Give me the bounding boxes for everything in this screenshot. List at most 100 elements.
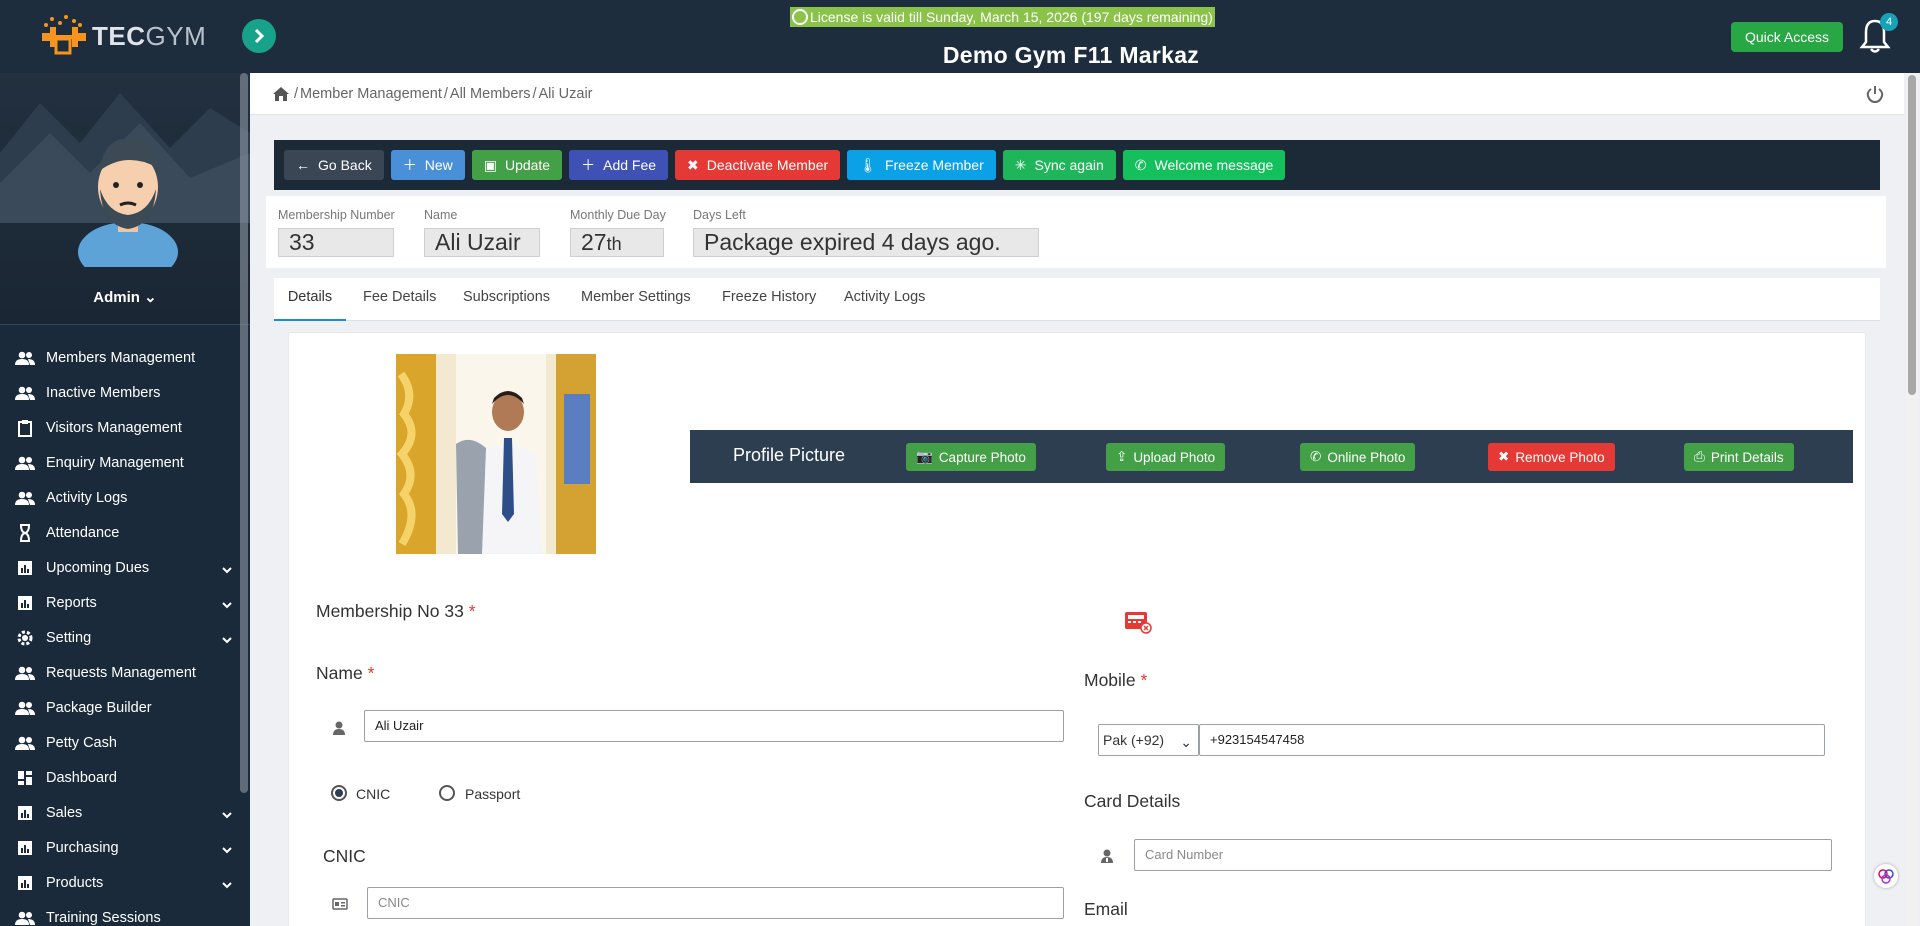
users-icon	[14, 384, 36, 402]
close-icon: ✖	[1498, 449, 1510, 464]
sidebar-item-visitors-management[interactable]: Visitors Management	[0, 410, 250, 445]
sidebar-item-members-management[interactable]: Members Management	[0, 340, 250, 375]
thermometer-icon: 🌡	[859, 156, 877, 173]
sidebar-scrollbar[interactable]	[240, 73, 248, 793]
admin-menu[interactable]: Admin ⌄	[0, 288, 250, 306]
sync-again-button[interactable]: ✳ Sync again	[1002, 150, 1116, 180]
sidebar-item-enquiry-management[interactable]: Enquiry Management	[0, 445, 250, 480]
breadcrumb-separator: /	[294, 85, 299, 102]
license-text: License is valid till Sunday, March 15, …	[810, 9, 1213, 25]
sidebar-item-package-builder[interactable]: Package Builder	[0, 690, 250, 725]
sidebar: TECGYM Admin ⌄ Members Management Inacti…	[0, 0, 250, 926]
sidebar-item-upcoming-dues[interactable]: Upcoming Dues	[0, 550, 250, 585]
whatsapp-icon: ✆	[1310, 449, 1322, 464]
deactivate-member-button[interactable]: ✖ Deactivate Member	[675, 150, 841, 180]
breadcrumb-separator: /	[443, 85, 448, 102]
chevron-down-icon: ⌄	[144, 289, 157, 306]
due-day-value: 27th	[570, 228, 664, 257]
card-number-field[interactable]: Card Number	[1134, 839, 1832, 871]
notification-badge: 4	[1880, 13, 1898, 31]
due-day-number: 27	[581, 229, 607, 255]
users-icon	[14, 349, 36, 367]
name-summary-label: Name	[424, 208, 458, 222]
breadcrumb-separator: /	[532, 85, 537, 102]
tab-fee-details[interactable]: Fee Details	[363, 278, 436, 321]
chevron-down-icon: ⌄	[1180, 734, 1192, 750]
upload-icon: ⇪	[1116, 449, 1128, 464]
mobile-field[interactable]: +923154547458	[1199, 724, 1825, 756]
sidebar-item-label: Sales	[46, 804, 83, 821]
sidebar-item-products[interactable]: Products	[0, 865, 250, 900]
name-field[interactable]: Ali Uzair	[364, 710, 1064, 742]
avatar[interactable]	[68, 117, 188, 267]
power-icon[interactable]	[1866, 85, 1884, 103]
sidebar-item-dashboard[interactable]: Dashboard	[0, 760, 250, 795]
brand[interactable]: TECGYM	[0, 0, 250, 73]
add-fee-button[interactable]: ＋ Add Fee	[569, 150, 669, 180]
sidebar-item-label: Attendance	[46, 524, 120, 541]
name-label: Name *	[316, 663, 374, 684]
sidebar-item-label: Training Sessions	[46, 909, 161, 926]
sidebar-item-label: Visitors Management	[46, 419, 182, 436]
go-back-button[interactable]: ← Go Back	[284, 150, 384, 180]
new-button[interactable]: ＋ New	[390, 150, 465, 180]
print-details-button[interactable]: ⎙ Print Details	[1684, 443, 1794, 471]
card-reader-error-icon[interactable]	[1124, 610, 1152, 634]
days-left-field: Days Left Package expired 4 days ago.	[693, 208, 1039, 257]
sidebar-item-setting[interactable]: Setting	[0, 620, 250, 655]
breadcrumb-all-members[interactable]: All Members	[450, 86, 531, 102]
tab-details[interactable]: Details	[274, 278, 346, 321]
sidebar-item-petty-cash[interactable]: Petty Cash	[0, 725, 250, 760]
sidebar-item-inactive-members[interactable]: Inactive Members	[0, 375, 250, 410]
remove-photo-button[interactable]: ✖ Remove Photo	[1488, 443, 1615, 471]
sidebar-item-reports[interactable]: Reports	[0, 585, 250, 620]
sidebar-item-training-sessions[interactable]: Training Sessions	[0, 900, 250, 926]
check-circle-icon	[792, 9, 808, 25]
update-button[interactable]: ▣ Update	[471, 150, 563, 180]
hourglass-icon	[14, 523, 36, 542]
required-marker: *	[468, 601, 476, 621]
deactivate-label: Deactivate Member	[706, 157, 829, 173]
scrollbar-thumb[interactable]	[1908, 75, 1916, 395]
main-scrollbar[interactable]	[1906, 73, 1918, 926]
sidebar-item-requests-management[interactable]: Requests Management	[0, 655, 250, 690]
sidebar-item-label: Purchasing	[46, 839, 119, 856]
dashboard-icon	[14, 769, 36, 787]
mobile-label-text: Mobile	[1084, 670, 1136, 690]
brand-name: TECGYM	[92, 21, 206, 52]
cnic-field[interactable]: CNIC	[367, 887, 1064, 919]
home-icon[interactable]	[272, 86, 290, 102]
save-icon: ▣	[483, 156, 497, 173]
card-details-label: Card Details	[1084, 791, 1181, 811]
tab-subscriptions[interactable]: Subscriptions	[463, 278, 550, 321]
days-left-value: Package expired 4 days ago.	[693, 228, 1039, 257]
sidebar-toggle-button[interactable]	[242, 19, 276, 53]
sidebar-item-purchasing[interactable]: Purchasing	[0, 830, 250, 865]
chart-icon	[14, 559, 36, 577]
days-left-label: Days Left	[693, 208, 746, 222]
sidebar-item-activity-logs[interactable]: Activity Logs	[0, 480, 250, 515]
upload-photo-button[interactable]: ⇪ Upload Photo	[1106, 443, 1226, 471]
cnic-radio[interactable]	[331, 785, 347, 801]
users-icon	[14, 664, 36, 682]
welcome-message-button[interactable]: ✆ Welcome message	[1122, 150, 1286, 180]
sidebar-nav: Members Management Inactive Members Visi…	[0, 340, 250, 926]
breadcrumb-member-management[interactable]: Member Management	[300, 86, 442, 102]
sidebar-item-attendance[interactable]: Attendance	[0, 515, 250, 550]
due-day-label: Monthly Due Day	[570, 208, 666, 222]
country-code-select[interactable]: Pak (+92) ⌄	[1098, 724, 1199, 756]
print-details-label: Print Details	[1710, 449, 1784, 465]
online-photo-button[interactable]: ✆ Online Photo	[1300, 443, 1416, 471]
tab-member-settings[interactable]: Member Settings	[581, 278, 691, 321]
freeze-member-button[interactable]: 🌡 Freeze Member	[847, 150, 996, 180]
sidebar-item-sales[interactable]: Sales	[0, 795, 250, 830]
quick-access-button[interactable]: Quick Access	[1731, 22, 1844, 52]
tab-activity-logs[interactable]: Activity Logs	[844, 278, 925, 321]
passport-radio-label: Passport	[465, 786, 521, 802]
sidebar-item-label: Activity Logs	[46, 489, 128, 506]
tab-freeze-history[interactable]: Freeze History	[722, 278, 816, 321]
assistant-icon[interactable]	[1874, 864, 1898, 888]
capture-photo-button[interactable]: 📷 Capture Photo	[906, 443, 1036, 471]
passport-radio[interactable]	[439, 785, 455, 801]
user-badge-icon	[1101, 849, 1113, 863]
